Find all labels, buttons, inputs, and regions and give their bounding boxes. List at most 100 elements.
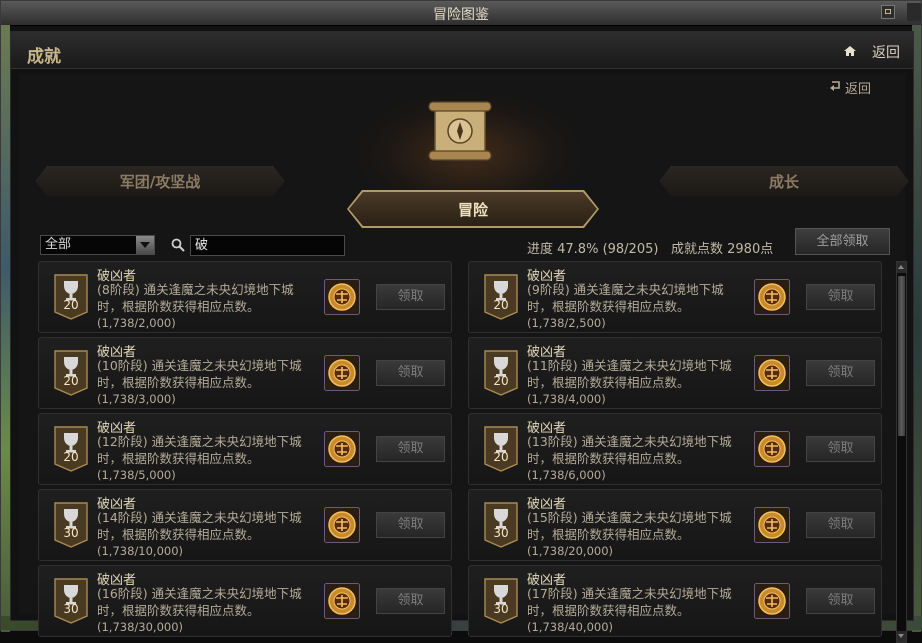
reward-emblem-icon[interactable] [754,583,790,619]
sub-back-button[interactable]: 返回 [845,78,871,97]
achievement-card: 20 破凶者 (11阶段) 通关逢魔之未央幻境地下城时，根据阶数获得相应点数。 (1,… [468,337,882,409]
achievement-points: 30 [63,526,79,540]
background-game-strip-left [1,25,10,632]
tab-legion-siege[interactable]: 军团/攻坚战 [35,166,285,196]
achievement-description: (9阶段) 通关逢魔之未央幻境地下城时，根据阶数获得相应点数。 [527,282,724,314]
achievement-progress: (1,738/10,000) [97,544,184,558]
title-bar[interactable]: 冒险图鉴 [1,1,921,26]
claim-button[interactable]: 领取 [806,588,875,614]
trophy-badge-icon [54,350,88,396]
reward-emblem-icon[interactable] [754,355,790,391]
reward-emblem-icon[interactable] [324,355,360,391]
claim-button[interactable]: 领取 [376,588,445,614]
achievement-panel: 成就 返回 返回 军团/攻坚战 成长 冒险 全部 破 进度 47.8% (98/… [10,31,914,643]
claim-button[interactable]: 领取 [376,512,445,538]
achievement-progress: (1,738/4,000) [527,392,606,406]
achievement-points: 20 [63,374,79,388]
achievement-card: 20 破凶者 (12阶段) 通关逢魔之未央幻境地下城时，根据阶数获得相应点数。 (1,… [38,413,452,485]
achievement-progress: (1,738/2,000) [97,316,176,330]
achievement-list: 20 破凶者 (8阶段) 通关逢魔之未央幻境地下城时，根据阶数获得相应点数。 (1,7… [38,261,890,643]
tab-adventure[interactable]: 冒险 [349,192,597,226]
achievement-progress: (1,738/2,500) [527,316,606,330]
search-icon [171,238,185,252]
achievement-points: 30 [493,526,509,540]
achievement-description: (10阶段) 通关逢魔之未央幻境地下城时，根据阶数获得相应点数。 [97,358,302,390]
scroll-down-icon[interactable] [897,631,906,642]
home-icon[interactable] [844,46,856,56]
achievement-description: (16阶段) 通关逢魔之未央幻境地下城时，根据阶数获得相应点数。 [97,586,302,618]
panel-header: 成就 返回 [11,32,913,69]
achievement-progress: (1,738/30,000) [97,620,184,634]
reward-emblem-icon[interactable] [754,431,790,467]
back-button[interactable]: 返回 [872,42,900,62]
reward-emblem-icon[interactable] [324,583,360,619]
achievement-points: 20 [493,374,509,388]
achievement-points: 20 [493,298,509,312]
adventure-codex-window: 冒险图鉴 成就 返回 返回 军团/攻坚战 成长 冒险 全部 破 进度 47.8%… [0,0,922,643]
achievement-card: 30 破凶者 (14阶段) 通关逢魔之未央幻境地下城时，根据阶数获得相应点数。 (1,… [38,489,452,561]
reward-emblem-icon[interactable] [324,507,360,543]
achievement-description: (8阶段) 通关逢魔之未央幻境地下城时，根据阶数获得相应点数。 [97,282,294,314]
minimize-icon[interactable] [881,5,895,19]
claim-button[interactable]: 领取 [806,284,875,310]
achievement-progress: (1,738/3,000) [97,392,176,406]
achievement-progress: (1,738/20,000) [527,544,614,558]
achievement-description: (17阶段) 通关逢魔之未央幻境地下城时，根据阶数获得相应点数。 [527,586,732,618]
achievement-card: 30 破凶者 (15阶段) 通关逢魔之未央幻境地下城时，根据阶数获得相应点数。 (1,… [468,489,882,561]
window-title: 冒险图鉴 [433,7,489,23]
trophy-badge-icon [54,426,88,472]
search-input[interactable]: 破 [190,235,345,256]
achievement-description: (13阶段) 通关逢魔之未央幻境地下城时，根据阶数获得相应点数。 [527,434,732,466]
achievement-card: 30 破凶者 (17阶段) 通关逢魔之未央幻境地下城时，根据阶数获得相应点数。 (1,… [468,565,882,637]
claim-button[interactable]: 领取 [376,360,445,386]
claim-button[interactable]: 领取 [806,360,875,386]
claim-button[interactable]: 领取 [806,512,875,538]
trophy-badge-icon [484,502,518,548]
claim-button[interactable]: 领取 [376,284,445,310]
return-arrow-icon[interactable] [829,80,841,92]
category-filter-select[interactable]: 全部 [40,235,155,255]
scroll-compass-icon [428,101,492,161]
trophy-badge-icon [54,502,88,548]
trophy-badge-icon [54,274,88,320]
achievement-points-text: 成就点数 2980点 [671,242,774,257]
achievement-description: (12阶段) 通关逢魔之未央幻境地下城时，根据阶数获得相应点数。 [97,434,302,466]
achievement-card: 20 破凶者 (9阶段) 通关逢魔之未央幻境地下城时，根据阶数获得相应点数。 (1,7… [468,261,882,333]
claim-button[interactable]: 领取 [806,436,875,462]
achievement-progress: (1,738/6,000) [527,468,606,482]
trophy-badge-icon [484,578,518,624]
reward-emblem-icon[interactable] [754,279,790,315]
scroll-up-icon[interactable] [897,262,906,273]
page-title: 成就 [27,47,61,67]
trophy-badge-icon [484,274,518,320]
claim-button[interactable]: 领取 [376,436,445,462]
achievement-card: 20 破凶者 (8阶段) 通关逢魔之未央幻境地下城时，根据阶数获得相应点数。 (1,7… [38,261,452,333]
achievement-progress: (1,738/5,000) [97,468,176,482]
progress-text: 进度 47.8% (98/205) [527,242,659,257]
edge-handle [907,3,921,21]
claim-all-button[interactable]: 全部领取 [795,228,890,255]
achievement-points: 20 [63,450,79,464]
trophy-badge-icon [484,350,518,396]
reward-emblem-icon[interactable] [324,279,360,315]
trophy-badge-icon [484,426,518,472]
achievement-content: 返回 军团/攻坚战 成长 冒险 全部 破 进度 47.8% (98/205) 成… [19,74,905,643]
achievement-points: 20 [63,298,79,312]
achievement-card: 20 破凶者 (10阶段) 通关逢魔之未央幻境地下城时，根据阶数获得相应点数。 (1,… [38,337,452,409]
category-filter-value: 全部 [45,237,72,252]
achievement-points: 20 [493,450,509,464]
achievement-description: (11阶段) 通关逢魔之未央幻境地下城时，根据阶数获得相应点数。 [527,358,732,390]
scroll-thumb[interactable] [898,276,905,436]
achievement-points: 30 [493,602,509,616]
trophy-badge-icon [54,578,88,624]
achievement-description: (15阶段) 通关逢魔之未央幻境地下城时，根据阶数获得相应点数。 [527,510,732,542]
list-scrollbar[interactable] [896,261,907,643]
reward-emblem-icon[interactable] [324,431,360,467]
achievement-card: 20 破凶者 (13阶段) 通关逢魔之未央幻境地下城时，根据阶数获得相应点数。 (1,… [468,413,882,485]
achievement-points: 30 [63,602,79,616]
achievement-progress: (1,738/40,000) [527,620,614,634]
achievement-description: (14阶段) 通关逢魔之未央幻境地下城时，根据阶数获得相应点数。 [97,510,302,542]
tab-growth[interactable]: 成长 [659,166,909,196]
reward-emblem-icon[interactable] [754,507,790,543]
chevron-down-icon[interactable] [136,236,154,254]
